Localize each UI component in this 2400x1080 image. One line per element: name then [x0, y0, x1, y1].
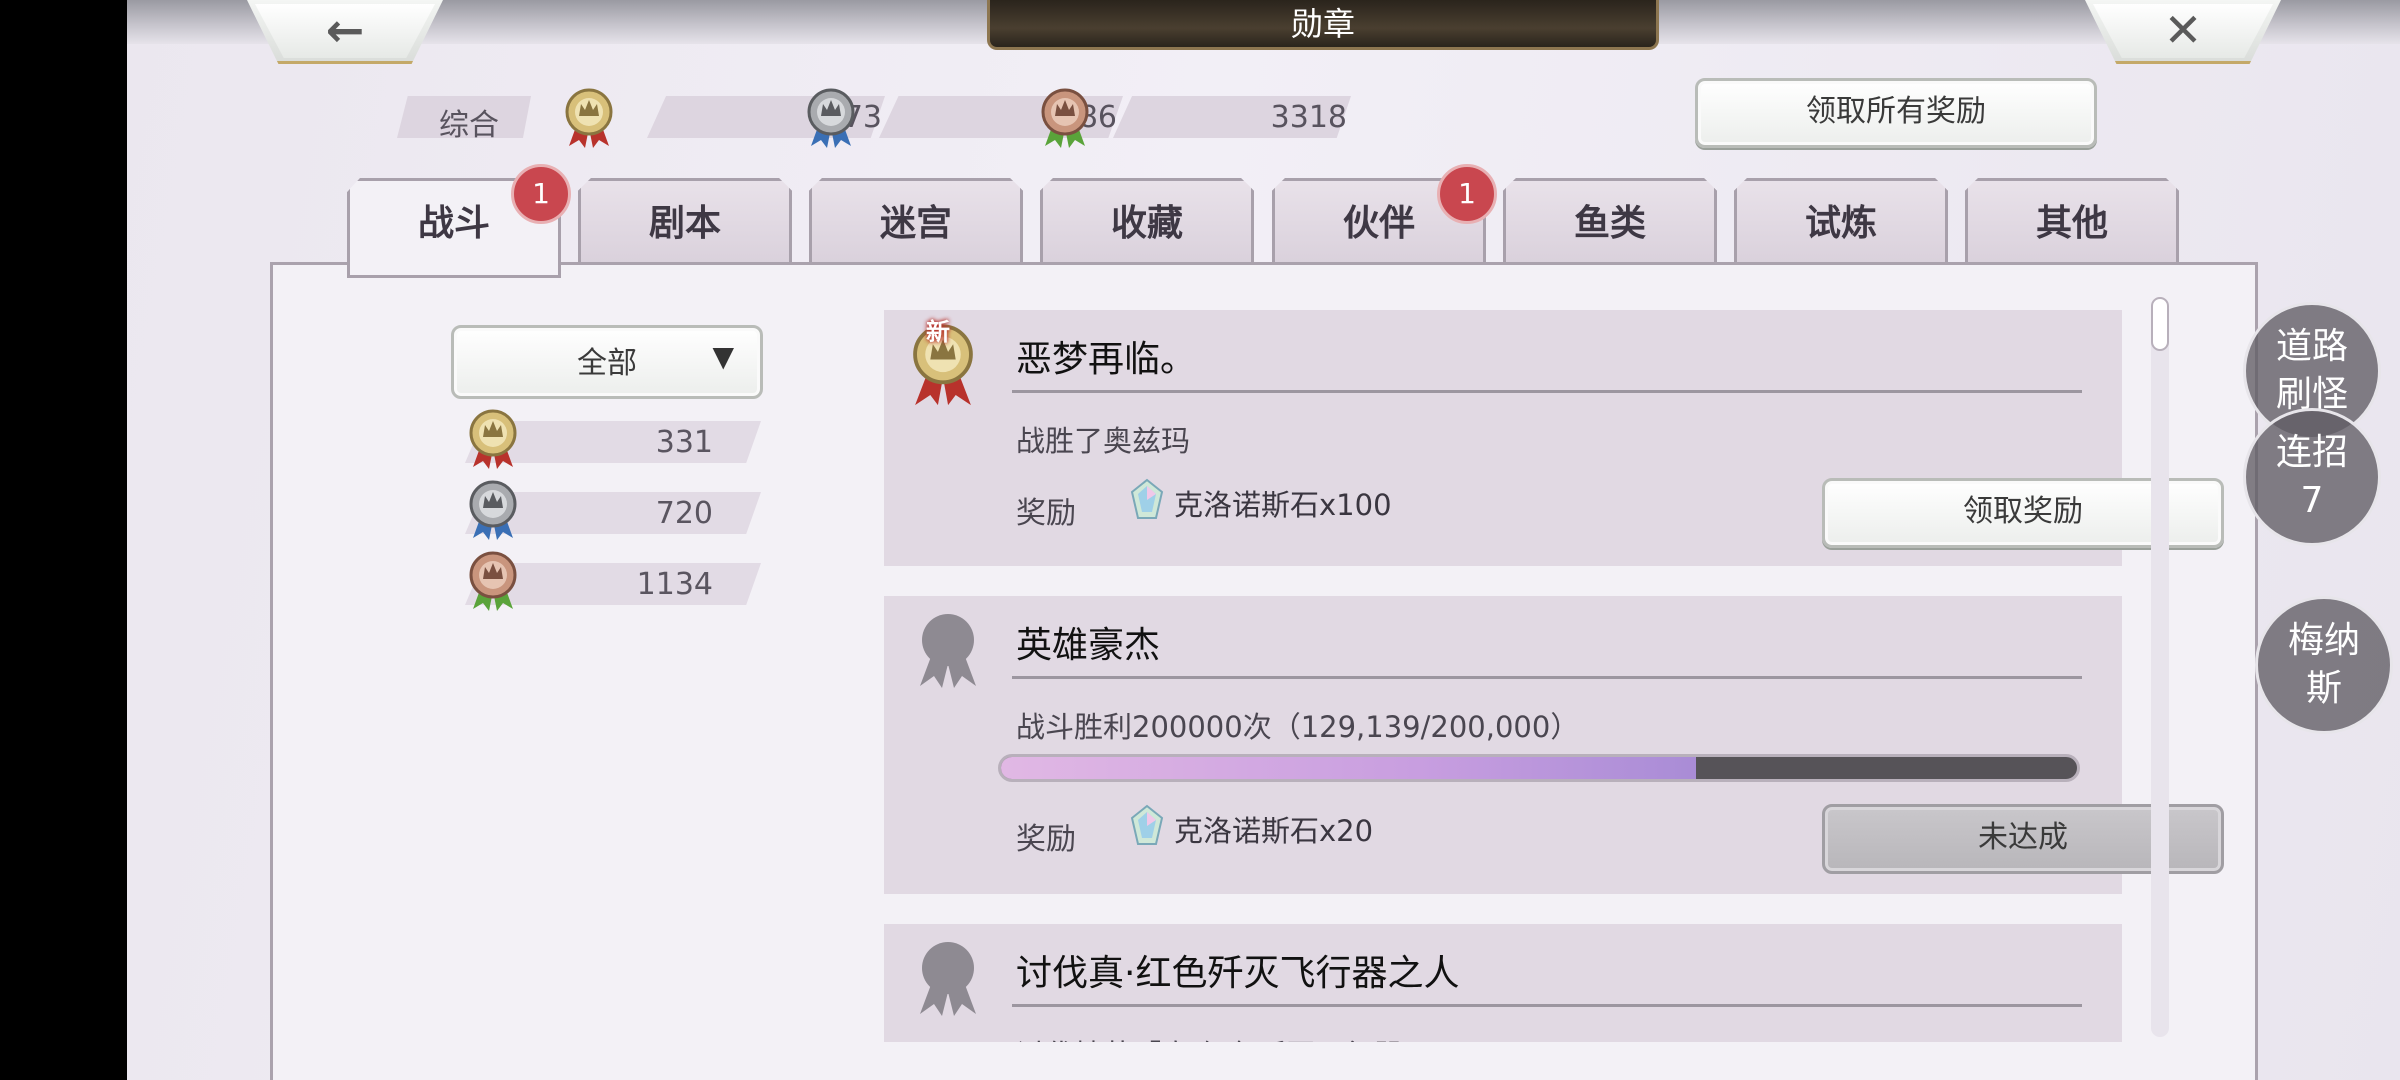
close-button[interactable]: ✕ [2085, 0, 2281, 64]
reward-text: 克洛诺斯石x20 [1174, 814, 1374, 848]
filter-gold-count: 331 [655, 425, 713, 460]
tab-dungeon[interactable]: 迷宫 [809, 178, 1023, 268]
gold-medal-icon [469, 409, 517, 469]
combo-label: 连招7 [2275, 432, 2348, 521]
tab-story[interactable]: 剧本 [578, 178, 792, 268]
back-button[interactable]: ← [247, 0, 443, 64]
card-description: 战斗胜利200000次（129,139/200,000） [1016, 710, 1580, 744]
silver-medal-icon [807, 88, 855, 148]
bronze-medal-icon [1041, 88, 1089, 148]
achievement-card: 讨伐真·红色歼灭飞行器之人 讨伐精英「真·红色歼灭飞行器 [884, 924, 2122, 1042]
card-description: 讨伐精英「真·红色歼灭飞行器 [1016, 1032, 1402, 1042]
progress-bar [998, 754, 2080, 782]
arrow-left-icon: ← [325, 3, 365, 57]
silver-medal-icon [469, 480, 517, 540]
chevron-down-icon: ▼ [712, 340, 734, 373]
filter-dropdown[interactable]: 全部 ▼ [451, 325, 763, 399]
card-title: 讨伐真·红色歼灭飞行器之人 [1016, 953, 1460, 994]
card-description: 战胜了奥兹玛 [1016, 424, 1191, 458]
filter-gold-count-row: 331 [451, 409, 761, 469]
locked-medal-icon [920, 614, 976, 688]
card-divider [1012, 390, 2082, 393]
tab-trial[interactable]: 试炼 [1734, 178, 1948, 268]
tab-other[interactable]: 其他 [1965, 178, 2179, 268]
close-icon: ✕ [2163, 3, 2203, 57]
reward-label: 奖励 [1016, 496, 1076, 531]
locked-medal-icon [920, 942, 976, 1016]
scrollbar-thumb[interactable] [2151, 297, 2169, 351]
progress-fill [1001, 757, 1697, 779]
filter-bronze-count-row: 1134 [451, 551, 761, 611]
scrollbar[interactable] [2151, 297, 2169, 1037]
menas-button[interactable]: 梅纳斯 [2255, 596, 2393, 734]
tab-collection[interactable]: 收藏 [1040, 178, 1254, 268]
filter-silver-count-row: 720 [451, 480, 761, 540]
combo-button[interactable]: 连招7 [2243, 408, 2381, 546]
filter-bronze-count: 1134 [636, 567, 713, 602]
card-divider [1012, 676, 2082, 679]
tab-fish[interactable]: 鱼类 [1503, 178, 1717, 268]
tab-battle-badge: 1 [511, 164, 571, 224]
claim-all-button[interactable]: 领取所有奖励 [1695, 78, 2097, 148]
reward-label: 奖励 [1016, 822, 1076, 857]
achievement-card: 英雄豪杰 战斗胜利200000次（129,139/200,000） 奖励 克洛诺… [884, 596, 2224, 894]
chronos-stone-icon [1130, 478, 1164, 519]
medal-screen: ← 勋章 ✕ 综合 473 886 3318 领取所有奖励 战斗 剧本 迷宫 收… [127, 0, 2400, 1080]
card-divider [1012, 1004, 2082, 1007]
menas-label: 梅纳斯 [2287, 620, 2360, 709]
chronos-stone-icon [1130, 804, 1164, 845]
bronze-medal-icon [469, 551, 517, 611]
road-monster-label: 道路刷怪 [2275, 326, 2348, 415]
summary-bronze-count: 3318 [1270, 100, 1347, 135]
achievement-card: 新 恶梦再临。 战胜了奥兹玛 奖励 克洛诺斯石x100 领取奖励 [884, 310, 2224, 566]
summary-label: 综合 [439, 108, 499, 143]
new-tag: 新 [926, 318, 950, 346]
page-title: 勋章 [987, 0, 1659, 50]
card-title: 英雄豪杰 [1016, 625, 1161, 666]
card-title: 恶梦再临。 [1016, 339, 1197, 380]
gold-medal-icon [565, 88, 613, 148]
tab-companion-badge: 1 [1437, 164, 1497, 224]
reward-text: 克洛诺斯石x100 [1174, 488, 1392, 522]
filter-silver-count: 720 [655, 496, 713, 531]
